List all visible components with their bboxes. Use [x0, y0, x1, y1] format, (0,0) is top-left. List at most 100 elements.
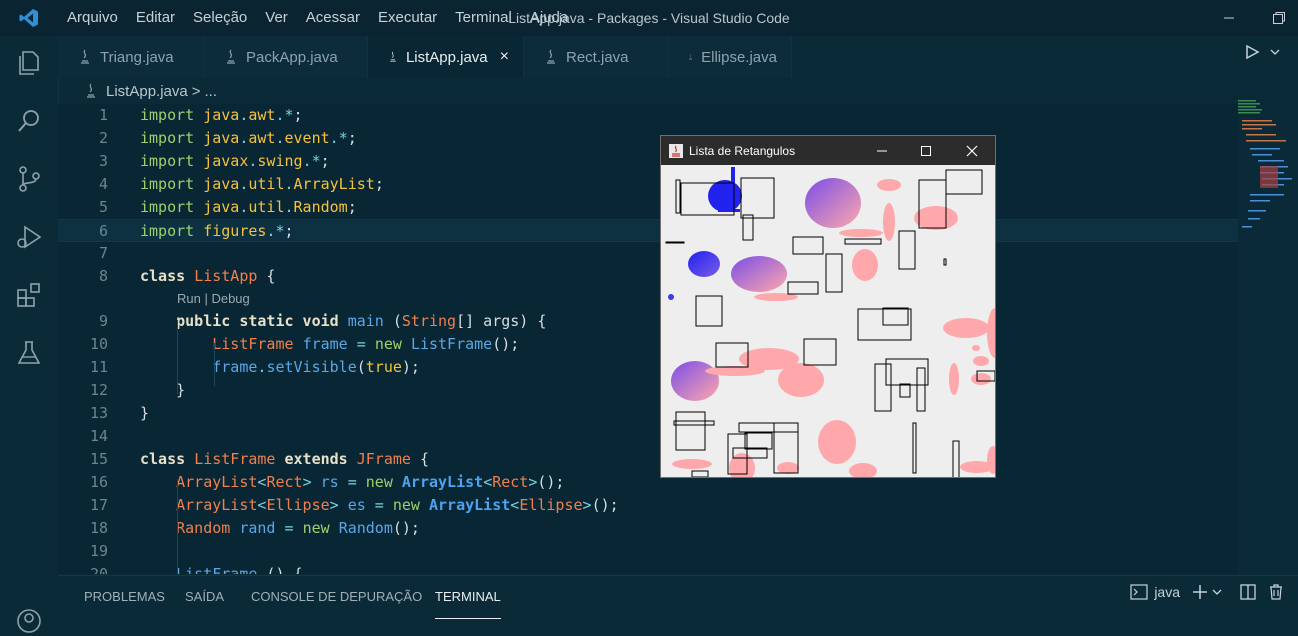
java-app-window[interactable]: Lista de Retangulos — [660, 135, 996, 478]
code-token: ( — [356, 358, 366, 376]
code-token: Ellipse — [266, 496, 330, 514]
code-token: extends — [284, 450, 357, 468]
code-line[interactable]: 6 import figures.*; — [58, 219, 1238, 242]
explorer-icon[interactable] — [14, 48, 44, 78]
code-token: event — [284, 129, 330, 147]
line-number: 4 — [98, 175, 108, 193]
title-bar: Arquivo Editar Seleção Ver Acessar Execu… — [0, 0, 1298, 36]
code-token: ArrayList — [401, 473, 484, 491]
code-token: new — [302, 519, 339, 537]
code-line[interactable]: 11 frame.setVisible(true); — [58, 356, 1238, 379]
code-text: ArrayList<Ellipse> es = new ArrayList<El… — [140, 494, 619, 517]
testing-icon[interactable] — [14, 338, 44, 368]
code-editor[interactable]: 1 import java.awt.*; 2 import java.awt.eve… — [58, 104, 1238, 574]
code-token: ArrayList — [429, 496, 511, 514]
code-token: class — [140, 450, 195, 468]
terminal-name[interactable]: java — [1154, 584, 1180, 600]
java-window-title-bar[interactable]: Lista de Retangulos — [661, 136, 995, 165]
code-line[interactable]: 15 class ListFrame extends JFrame { — [58, 448, 1238, 471]
code-token: [] args) { — [456, 312, 547, 330]
code-token: Ellipse — [519, 496, 583, 514]
menu-terminal[interactable]: Terminal — [446, 0, 521, 36]
tab-triang[interactable]: Triang.java — [58, 36, 204, 78]
code-token: ListFrame — [212, 335, 303, 353]
breadcrumb-symbol[interactable]: ... — [204, 83, 217, 100]
minimap[interactable] — [1238, 100, 1298, 240]
menu-executar[interactable]: Executar — [369, 0, 446, 36]
code-line[interactable]: 18 Random rand = new Random(); — [58, 517, 1238, 540]
code-line[interactable]: 3 import javax.swing.*; — [58, 150, 1238, 173]
code-line[interactable]: 2 import java.awt.event.*; — [58, 127, 1238, 150]
menu-editar[interactable]: Editar — [127, 0, 184, 36]
code-token: = — [338, 473, 366, 491]
tab-saida[interactable]: SAÍDA — [185, 576, 224, 618]
code-token: import — [140, 198, 204, 216]
menu-bar: Arquivo Editar Seleção Ver Acessar Execu… — [58, 0, 577, 36]
run-debug-icon[interactable] — [14, 222, 44, 252]
menu-ver[interactable]: Ver — [256, 0, 297, 36]
tab-packapp[interactable]: PackApp.java — [204, 36, 368, 78]
accounts-icon[interactable] — [14, 606, 44, 636]
code-text: import java.util.ArrayList; — [140, 173, 384, 196]
code-line[interactable]: 7 — [58, 242, 1238, 265]
code-token: * — [338, 129, 348, 147]
extensions-icon[interactable] — [14, 280, 44, 310]
tab-rect[interactable]: Rect.java — [524, 36, 668, 78]
chevron-down-icon[interactable] — [1270, 47, 1280, 57]
code-token: . — [284, 175, 294, 193]
line-number: 18 — [89, 519, 108, 537]
code-line[interactable]: 8 class ListApp { — [58, 265, 1238, 288]
trash-icon[interactable] — [1268, 584, 1284, 600]
menu-ajuda[interactable]: Ajuda — [521, 0, 577, 36]
codelens-run-debug[interactable]: Run | Debug — [177, 287, 250, 310]
code-line[interactable]: 5 import java.util.Random; — [58, 196, 1238, 219]
code-token: awt — [248, 106, 276, 124]
tab-ellipse[interactable]: Ellipse.java — [668, 36, 792, 78]
code-token: * — [311, 152, 321, 170]
code-token: . — [284, 198, 294, 216]
menu-arquivo[interactable]: Arquivo — [58, 0, 127, 36]
chevron-down-icon[interactable] — [1212, 587, 1222, 597]
java-minimize-button[interactable] — [859, 136, 905, 165]
menu-acessar[interactable]: Acessar — [297, 0, 369, 36]
menu-selecao[interactable]: Seleção — [184, 0, 256, 36]
line-number: 7 — [98, 244, 108, 262]
line-number: 8 — [98, 267, 108, 285]
line-number: 16 — [89, 473, 108, 491]
java-close-button[interactable] — [949, 136, 995, 165]
code-line[interactable]: 19 — [58, 540, 1238, 563]
tab-console-depuracao[interactable]: CONSOLE DE DEPURAÇÃO — [251, 576, 422, 618]
java-maximize-button[interactable] — [903, 136, 949, 165]
restore-button[interactable] — [1260, 0, 1298, 36]
code-token: true — [365, 358, 402, 376]
tab-listapp[interactable]: ListApp.java × — [368, 36, 524, 78]
code-line[interactable]: 10 ListFrame frame = new ListFrame(); — [58, 333, 1238, 356]
code-line[interactable]: 13} — [58, 402, 1238, 425]
code-text: Random rand = new Random(); — [140, 517, 420, 540]
code-token: ; — [347, 198, 357, 216]
tab-problemas[interactable]: PROBLEMAS — [84, 576, 165, 618]
code-token: . — [275, 129, 285, 147]
code-line[interactable]: 20 ListFrame () { — [58, 563, 1238, 574]
tab-terminal[interactable]: TERMINAL — [435, 576, 501, 619]
minimize-button[interactable] — [1206, 0, 1252, 36]
code-token: Random — [176, 519, 240, 537]
code-line[interactable]: 9 public static void main (String[] args… — [58, 310, 1238, 333]
breadcrumb-file[interactable]: ListApp.java — [106, 83, 188, 100]
code-line[interactable]: 16 ArrayList<Rect> rs = new ArrayList<Re… — [58, 471, 1238, 494]
code-line[interactable]: 12 } — [58, 379, 1238, 402]
code-line[interactable]: 14 — [58, 425, 1238, 448]
tab-close-button[interactable]: × — [500, 48, 509, 66]
code-line[interactable]: 17 ArrayList<Ellipse> es = new ArrayList… — [58, 494, 1238, 517]
drawing-canvas[interactable] — [661, 165, 995, 477]
source-control-icon[interactable] — [14, 164, 44, 194]
plus-icon[interactable] — [1192, 584, 1208, 600]
run-button[interactable] — [1244, 44, 1280, 60]
line-number: 13 — [89, 404, 108, 422]
line-number: 11 — [89, 358, 108, 376]
search-icon[interactable] — [14, 106, 44, 136]
code-text: } — [140, 402, 149, 425]
split-terminal-icon[interactable] — [1240, 584, 1256, 600]
code-line[interactable]: 1 import java.awt.*; — [58, 104, 1238, 127]
code-line[interactable]: 4 import java.util.ArrayList; — [58, 173, 1238, 196]
